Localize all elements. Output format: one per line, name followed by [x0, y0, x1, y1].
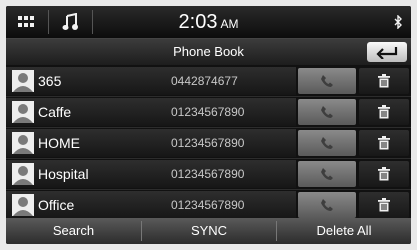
person-avatar-icon	[12, 132, 34, 154]
delete-button[interactable]	[359, 130, 409, 156]
delete-button[interactable]	[359, 161, 409, 187]
contact-item[interactable]: Hospital 01234567890	[6, 160, 296, 188]
sync-button[interactable]: SYNC	[142, 218, 276, 244]
contact-name: 365	[38, 73, 62, 89]
person-avatar-icon	[12, 101, 34, 123]
contact-item[interactable]: HOME 01234567890	[6, 129, 296, 157]
call-button[interactable]	[298, 68, 356, 94]
bottom-toolbar: Search SYNC Delete All	[6, 218, 411, 244]
status-bar: 2:03 AM	[6, 6, 411, 39]
contact-list: 365 0442874677 Caffe 01234567890 HOME 01…	[6, 66, 411, 221]
contact-item[interactable]: Office 01234567890	[6, 191, 296, 219]
phone-handset-icon	[321, 168, 333, 180]
contact-name: Hospital	[38, 166, 89, 182]
phone-handset-icon	[321, 75, 333, 87]
contact-row: Office 01234567890	[6, 190, 411, 221]
contact-item[interactable]: 365 0442874677	[6, 67, 296, 95]
trash-icon	[378, 74, 390, 88]
person-avatar-icon	[12, 70, 34, 92]
contact-number: 01234567890	[171, 167, 245, 181]
phone-handset-icon	[321, 106, 333, 118]
search-button[interactable]: Search	[6, 218, 141, 244]
clock: 2:03 AM	[6, 6, 411, 38]
contact-number: 01234567890	[171, 105, 245, 119]
page-title: Phone Book	[173, 44, 244, 59]
clock-time: 2:03	[178, 11, 218, 33]
contact-name: HOME	[38, 135, 80, 151]
trash-icon	[378, 105, 390, 119]
contact-row: HOME 01234567890	[6, 128, 411, 159]
person-avatar-icon	[12, 163, 34, 185]
delete-button[interactable]	[359, 68, 409, 94]
contact-row: Caffe 01234567890	[6, 97, 411, 128]
delete-button[interactable]	[359, 192, 409, 218]
delete-all-button[interactable]: Delete All	[277, 218, 411, 244]
call-button[interactable]	[298, 192, 356, 218]
title-bar: Phone Book	[6, 39, 411, 65]
contact-number: 0442874677	[171, 74, 238, 88]
trash-icon	[378, 136, 390, 150]
trash-icon	[378, 198, 390, 212]
contact-name: Caffe	[38, 104, 72, 120]
bluetooth-icon	[391, 6, 405, 38]
contact-number: 01234567890	[171, 198, 245, 212]
contact-item[interactable]: Caffe 01234567890	[6, 98, 296, 126]
phone-handset-icon	[321, 199, 333, 211]
phone-book-screen: 2:03 AM Phone Book 365 0442874677 Caffe …	[6, 6, 411, 244]
trash-icon	[378, 167, 390, 181]
phone-handset-icon	[321, 137, 333, 149]
back-button[interactable]	[367, 42, 407, 62]
contact-row: 365 0442874677	[6, 66, 411, 97]
contact-row: Hospital 01234567890	[6, 159, 411, 190]
call-button[interactable]	[298, 99, 356, 125]
person-avatar-icon	[12, 194, 34, 216]
call-button[interactable]	[298, 161, 356, 187]
delete-button[interactable]	[359, 99, 409, 125]
contact-number: 01234567890	[171, 136, 245, 150]
call-button[interactable]	[298, 130, 356, 156]
contact-name: Office	[38, 197, 75, 213]
clock-ampm: AM	[220, 17, 239, 31]
back-arrow-icon	[376, 47, 398, 59]
